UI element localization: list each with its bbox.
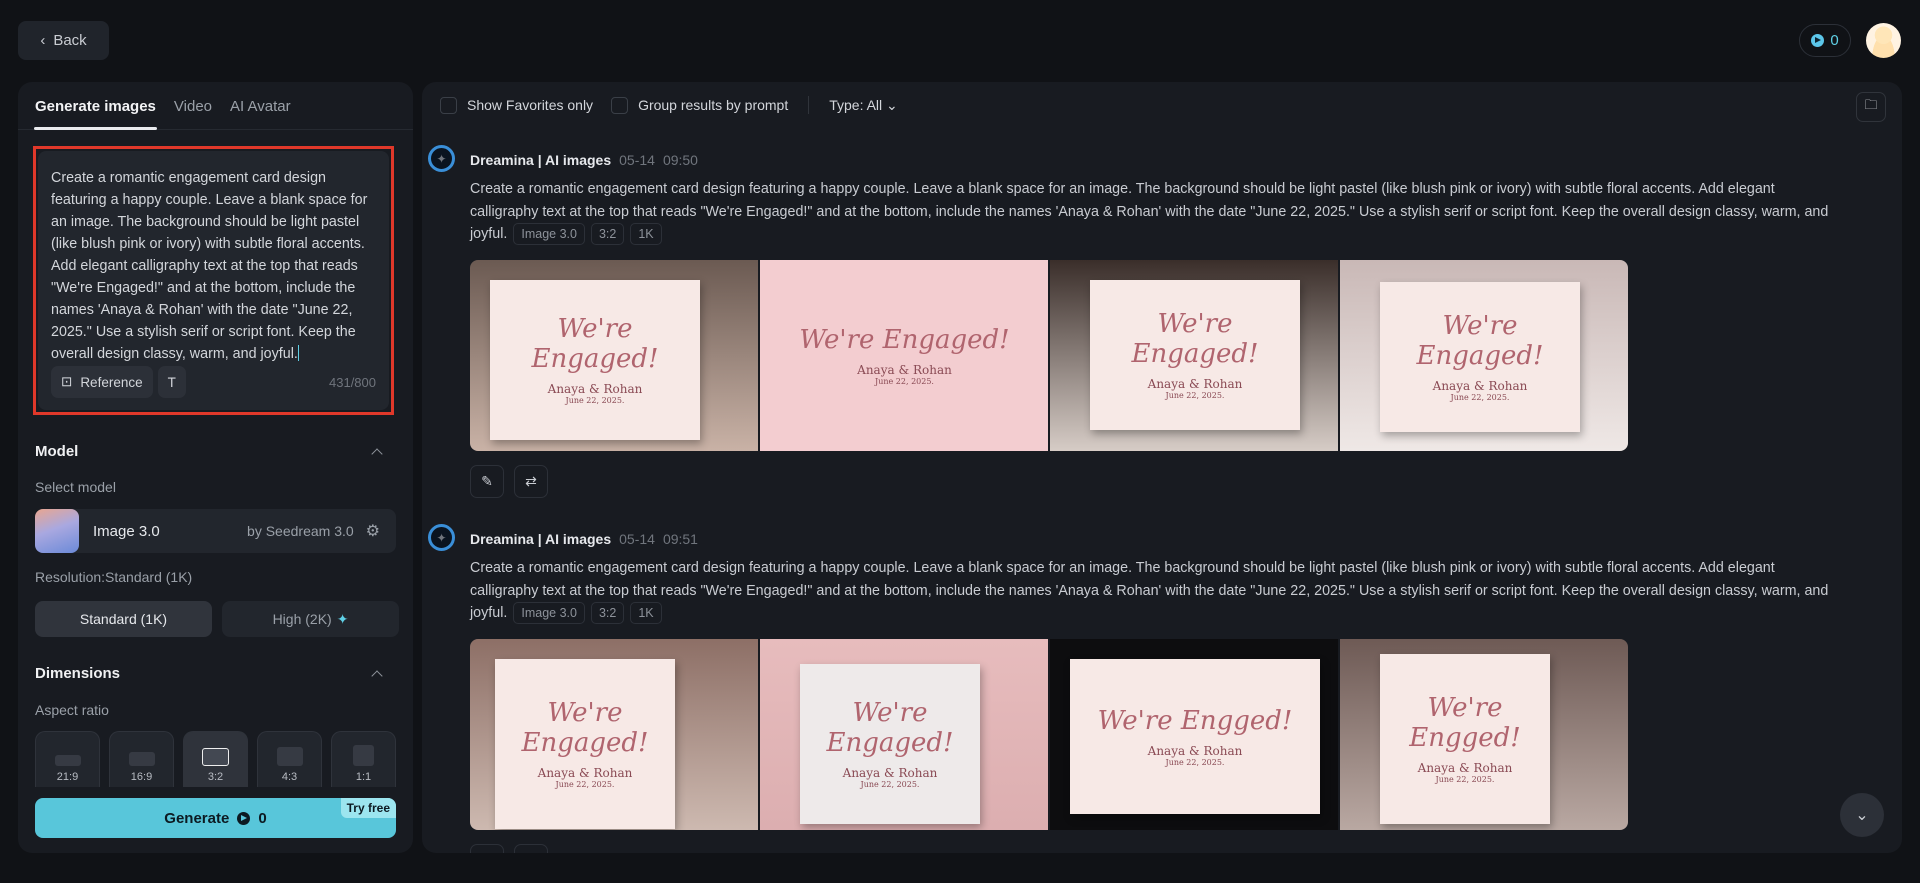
- reference-button[interactable]: ⊡ Reference: [51, 366, 153, 398]
- text-format-button[interactable]: T: [157, 366, 186, 398]
- generation-panel: Generate images Video AI Avatar Create a…: [18, 82, 413, 853]
- aspect-label: 16:9: [130, 771, 153, 783]
- results-panel: Show Favorites only Group results by pro…: [422, 82, 1902, 853]
- try-free-badge: Try free: [340, 798, 396, 818]
- tab-video[interactable]: Video: [174, 98, 212, 129]
- generated-image[interactable]: We're Engaged! Anaya & Rohan June 22, 2025…: [470, 259, 758, 451]
- model-selector[interactable]: Image 3.0 by Seedream 3.0 ⚙: [35, 509, 396, 553]
- prompt-text: Create a romantic engagement card design…: [470, 560, 1829, 621]
- folder-icon: 🗀: [1864, 97, 1878, 112]
- card-design: We're Engaged! Anaya & Rohan June 22, 2025…: [1090, 279, 1300, 430]
- generated-image[interactable]: We're Engged! Anaya & Rohan June 22, 2025.: [1050, 638, 1338, 830]
- chevron-down-icon: ⌄: [1855, 807, 1869, 824]
- folder-button[interactable]: 🗀: [1856, 92, 1886, 122]
- generate-button[interactable]: Generate 0 Try free: [35, 798, 396, 838]
- prompt-text: Create a romantic engagement card design…: [470, 181, 1829, 242]
- aspect-3-2[interactable]: 3:2: [183, 731, 248, 787]
- tag: Image 3.0: [513, 223, 585, 245]
- scroll-down-button[interactable]: ⌄: [1840, 793, 1884, 837]
- resolution-standard-button[interactable]: Standard (1K): [35, 601, 212, 637]
- group-checkbox[interactable]: [611, 96, 629, 114]
- card-design: We're Engaged! Anaya & Rohan June 22, 2025…: [495, 658, 675, 829]
- regenerate-button[interactable]: ⇄: [514, 464, 548, 498]
- repeat-icon: ⇄: [525, 472, 537, 489]
- card-design: We're Engged! Anaya & Rohan June 22, 2025.: [1070, 658, 1320, 814]
- back-button[interactable]: ‹ Back: [18, 21, 109, 60]
- generated-image[interactable]: We're Engaged! Anaya & Rohan June 22, 2025…: [760, 638, 1048, 830]
- generated-image[interactable]: We're Engged! Anaya & Rohan June 22, 2025.: [1340, 638, 1628, 830]
- aspect-4-3[interactable]: 4:3: [257, 731, 322, 787]
- char-count: 431/800: [329, 374, 376, 390]
- generated-image[interactable]: We're Engaged! Anaya & Rohan June 22, 2025…: [470, 638, 758, 830]
- type-filter-dropdown[interactable]: Type: All ⌄: [829, 97, 898, 114]
- sparkle-icon: ✦: [336, 610, 349, 627]
- aspect-ratio-label: Aspect ratio: [35, 702, 109, 718]
- result-entry: ✦ Dreamina | AI images 05-14 09:50 Create a …: [428, 145, 1850, 498]
- sliders-icon[interactable]: ⚙: [366, 521, 380, 541]
- edit-button[interactable]: ✎: [470, 464, 504, 498]
- user-avatar[interactable]: [1866, 23, 1901, 58]
- dreamina-logo-icon: ✦: [428, 145, 455, 172]
- pencil-icon: ✎: [481, 852, 493, 854]
- chevron-left-icon: ‹: [40, 32, 46, 49]
- chevron-up-icon[interactable]: [371, 448, 383, 460]
- favorites-checkbox[interactable]: [440, 96, 457, 114]
- result-entry: ✦ Dreamina | AI images 05-14 09:51 Create a …: [428, 524, 1850, 854]
- card-design: We're Engaged! Anaya & Rohan June 22, 2025…: [490, 279, 700, 440]
- tab-generate-images[interactable]: Generate images: [34, 98, 157, 130]
- credit-coin-icon: [237, 811, 251, 825]
- resolution-high-button[interactable]: High (2K) ✦: [222, 601, 399, 637]
- model-thumbnail: [35, 509, 79, 553]
- pencil-icon: ✎: [481, 472, 493, 489]
- text-icon: T: [167, 374, 176, 390]
- card-design: We're Engged! Anaya & Rohan June 22, 2025.: [1380, 653, 1550, 824]
- generated-image[interactable]: We're Engaged! Anaya & Rohan June 22, 2025…: [1050, 259, 1338, 451]
- credit-coin-icon: [1811, 34, 1825, 47]
- aspect-label: 3:2: [207, 771, 224, 783]
- card-design: We're Engaged! Anaya & Rohan June 22, 2025…: [800, 663, 980, 824]
- prompt-highlight: Create a romantic engagement card design…: [33, 146, 394, 415]
- aspect-label: 1:1: [355, 771, 372, 783]
- aspect-label: 4:3: [281, 771, 298, 783]
- tag: 1K: [630, 602, 662, 624]
- tag: 1K: [630, 223, 662, 245]
- tab-ai-avatar[interactable]: AI Avatar: [230, 98, 291, 129]
- regenerate-button[interactable]: ⇄: [514, 843, 548, 854]
- generated-image[interactable]: We're Engaged! Anaya & Rohan June 22, 2025…: [760, 259, 1048, 451]
- tag: Image 3.0: [513, 602, 585, 624]
- repeat-icon: ⇄: [525, 852, 537, 854]
- edit-button[interactable]: ✎: [470, 843, 504, 854]
- aspect-label: 21:9: [56, 771, 79, 783]
- dreamina-logo-icon: ✦: [428, 524, 455, 551]
- credits-badge[interactable]: 0: [1799, 24, 1851, 57]
- tag: 3:2: [590, 223, 625, 245]
- chevron-up-icon[interactable]: [371, 670, 383, 682]
- model-section-title: Model: [35, 443, 79, 460]
- prompt-input[interactable]: Create a romantic engagement card design…: [38, 151, 389, 410]
- tag: 3:2: [590, 602, 625, 624]
- card-design: We're Engaged! Anaya & Rohan June 22, 2025…: [1380, 281, 1580, 432]
- aspect-21-9[interactable]: 21:9: [35, 731, 100, 787]
- card-design: We're Engaged! Anaya & Rohan June 22, 2025…: [760, 259, 1048, 451]
- image-add-icon: ⊡: [61, 374, 73, 389]
- chevron-down-icon: ⌄: [886, 96, 898, 113]
- aspect-1-1[interactable]: 1:1: [331, 731, 396, 787]
- dimensions-section-title: Dimensions: [35, 665, 121, 682]
- resolution-label: Resolution:Standard (1K): [35, 569, 193, 585]
- select-model-label: Select model: [35, 479, 116, 495]
- aspect-16-9[interactable]: 16:9: [109, 731, 174, 787]
- generated-image[interactable]: We're Engaged! Anaya & Rohan June 22, 2025…: [1340, 259, 1628, 451]
